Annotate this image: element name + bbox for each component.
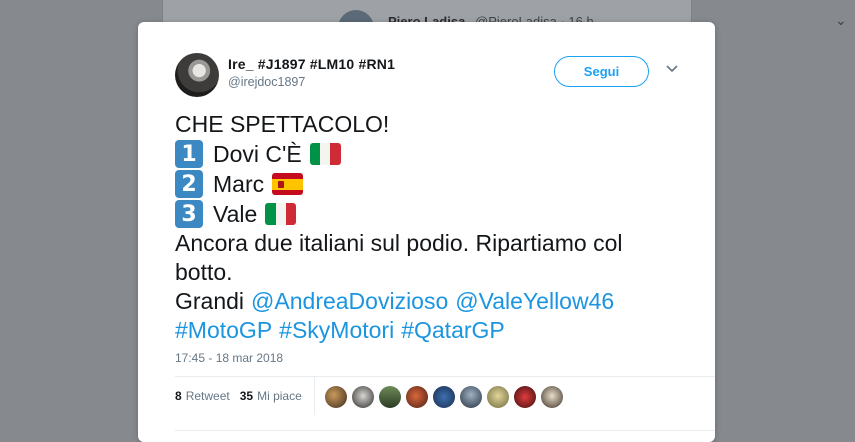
- keycap-3-icon: 3: [175, 200, 203, 228]
- rider-name: Dovi C'È: [213, 140, 302, 167]
- spain-flag-icon: [272, 173, 304, 195]
- liker-avatar[interactable]: [325, 386, 347, 408]
- hashtag-qatargp-link[interactable]: #QatarGP: [401, 316, 505, 345]
- mention-andreadovizioso-link[interactable]: @AndreaDovizioso: [251, 287, 448, 316]
- ranking-item: 1 Dovi C'È: [175, 139, 695, 169]
- divider: [175, 376, 715, 377]
- liker-avatar[interactable]: [541, 386, 563, 408]
- divider: [175, 430, 715, 431]
- italy-flag-icon: [265, 203, 297, 225]
- greeting-text: Grandi: [175, 288, 245, 314]
- tweet-body-line: botto.: [175, 259, 233, 285]
- italy-flag-icon: [309, 143, 341, 165]
- keycap-2-icon: 2: [175, 170, 203, 198]
- liker-avatar[interactable]: [379, 386, 401, 408]
- liker-avatar[interactable]: [406, 386, 428, 408]
- follow-button[interactable]: Segui: [554, 56, 649, 87]
- chevron-down-icon[interactable]: [665, 62, 679, 76]
- liker-avatar[interactable]: [433, 386, 455, 408]
- tweet-stats: 8 Retweet 35 Mi piace: [175, 389, 312, 403]
- liker-avatar[interactable]: [487, 386, 509, 408]
- hashtag-skymotori-link[interactable]: #SkyMotori: [279, 316, 394, 345]
- mention-valeyellow46-link[interactable]: @ValeYellow46: [455, 287, 614, 316]
- user-handle[interactable]: @irejdoc1897: [228, 75, 305, 89]
- like-count[interactable]: 35 Mi piace: [240, 389, 302, 403]
- mentions-line: Grandi @AndreaDovizioso @ValeYellow46: [175, 287, 695, 316]
- tweet-modal: Ire_ #J1897 #LM10 #RN1 @irejdoc1897 Segu…: [138, 22, 715, 442]
- hashtags-line: #MotoGP #SkyMotori #QatarGP: [175, 316, 695, 345]
- rider-name: Vale: [213, 200, 258, 227]
- liker-avatar[interactable]: [352, 386, 374, 408]
- stats-divider: [314, 377, 315, 415]
- hashtag-motogp-link[interactable]: #MotoGP: [175, 316, 272, 345]
- liker-avatar[interactable]: [514, 386, 536, 408]
- ranking-item: 2 Marc: [175, 169, 695, 199]
- avatar[interactable]: [175, 53, 219, 97]
- likers-avatars: [325, 386, 568, 408]
- retweet-count[interactable]: 8 Retweet: [175, 389, 230, 403]
- background-chevron-down-icon: ⌄: [835, 12, 847, 28]
- tweet-headline: CHE SPETTACOLO!: [175, 111, 390, 137]
- tweet-timestamp[interactable]: 17:45 - 18 mar 2018: [175, 351, 283, 365]
- ranking-item: 3 Vale: [175, 199, 695, 229]
- tweet-body-line: Ancora due italiani sul podio. Ripartiam…: [175, 230, 623, 256]
- user-display-name[interactable]: Ire_ #J1897 #LM10 #RN1: [228, 56, 395, 72]
- liker-avatar[interactable]: [460, 386, 482, 408]
- tweet-text: CHE SPETTACOLO! 1 Dovi C'È 2 Marc 3 Vale…: [175, 110, 695, 345]
- keycap-1-icon: 1: [175, 140, 203, 168]
- rider-name: Marc: [213, 170, 265, 197]
